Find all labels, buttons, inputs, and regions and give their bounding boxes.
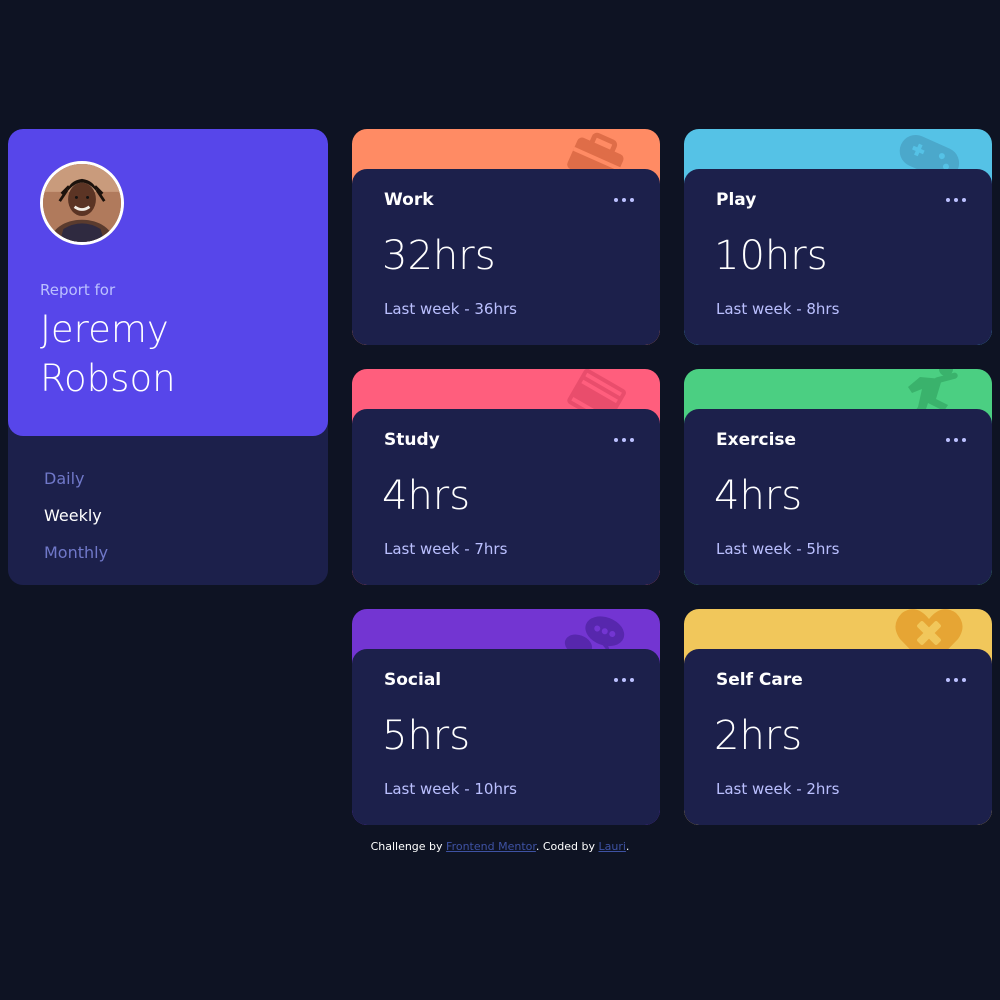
user-name: Jeremy Robson xyxy=(40,305,176,403)
activity-card-work: Work 32hrs Last week - 36hrs xyxy=(352,129,660,345)
card-title: Exercise xyxy=(716,430,797,450)
card-title: Work xyxy=(384,190,434,210)
card-body: Exercise 4hrs Last week - 5hrs xyxy=(684,409,992,585)
card-previous-hours: Last week - 2hrs xyxy=(716,780,840,798)
footer-middle: . Coded by xyxy=(535,840,599,853)
card-body: Study 4hrs Last week - 7hrs xyxy=(352,409,660,585)
card-title: Social xyxy=(384,670,442,690)
card-previous-hours: Last week - 10hrs xyxy=(384,780,517,798)
ellipsis-icon[interactable] xyxy=(946,436,966,444)
period-daily[interactable]: Daily xyxy=(44,469,108,488)
card-current-hours: 10hrs xyxy=(714,233,828,279)
card-title: Study xyxy=(384,430,440,450)
period-monthly[interactable]: Monthly xyxy=(44,543,108,562)
card-previous-hours: Last week - 36hrs xyxy=(384,300,517,318)
user-first-name: Jeremy xyxy=(40,308,169,351)
card-current-hours: 32hrs xyxy=(382,233,496,279)
card-body: Play 10hrs Last week - 8hrs xyxy=(684,169,992,345)
activity-card-social: Social 5hrs Last week - 10hrs xyxy=(352,609,660,825)
profile-card: Report for Jeremy Robson Daily Weekly Mo… xyxy=(8,129,328,585)
profile-header: Report for Jeremy Robson xyxy=(8,129,328,436)
user-last-name: Robson xyxy=(40,357,176,400)
card-current-hours: 4hrs xyxy=(714,473,803,519)
period-selector: Daily Weekly Monthly xyxy=(44,469,108,580)
card-previous-hours: Last week - 5hrs xyxy=(716,540,840,558)
card-body: Self Care 2hrs Last week - 2hrs xyxy=(684,649,992,825)
ellipsis-icon[interactable] xyxy=(946,676,966,684)
card-title: Self Care xyxy=(716,670,803,690)
attribution-footer: Challenge by Frontend Mentor. Coded by L… xyxy=(0,840,1000,853)
ellipsis-icon[interactable] xyxy=(614,196,634,204)
author-link[interactable]: Lauri xyxy=(599,840,626,853)
footer-suffix: . xyxy=(625,840,630,853)
activity-card-play: Play 10hrs Last week - 8hrs xyxy=(684,129,992,345)
activity-card-self-care: Self Care 2hrs Last week - 2hrs xyxy=(684,609,992,825)
activity-card-exercise: Exercise 4hrs Last week - 5hrs xyxy=(684,369,992,585)
avatar xyxy=(40,161,124,245)
card-current-hours: 2hrs xyxy=(714,713,803,759)
dashboard: Report for Jeremy Robson Daily Weekly Mo… xyxy=(0,0,1000,1000)
activity-card-study: Study 4hrs Last week - 7hrs xyxy=(352,369,660,585)
card-current-hours: 5hrs xyxy=(382,713,471,759)
card-body: Work 32hrs Last week - 36hrs xyxy=(352,169,660,345)
avatar-image xyxy=(43,164,121,242)
card-body: Social 5hrs Last week - 10hrs xyxy=(352,649,660,825)
report-for-label: Report for xyxy=(40,281,116,299)
period-weekly[interactable]: Weekly xyxy=(44,506,108,525)
ellipsis-icon[interactable] xyxy=(614,676,634,684)
frontend-mentor-link[interactable]: Frontend Mentor xyxy=(446,840,536,853)
footer-prefix: Challenge by xyxy=(370,840,447,853)
ellipsis-icon[interactable] xyxy=(614,436,634,444)
card-previous-hours: Last week - 8hrs xyxy=(716,300,840,318)
card-title: Play xyxy=(716,190,757,210)
card-current-hours: 4hrs xyxy=(382,473,471,519)
ellipsis-icon[interactable] xyxy=(946,196,966,204)
card-previous-hours: Last week - 7hrs xyxy=(384,540,508,558)
